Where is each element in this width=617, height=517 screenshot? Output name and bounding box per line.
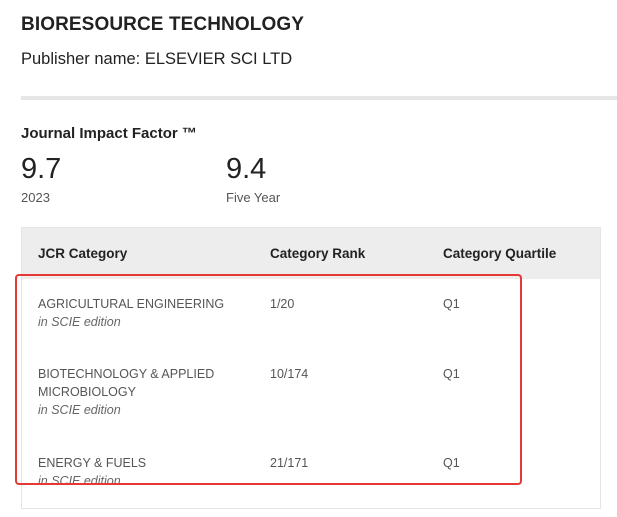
edition-label: in SCIE edition (38, 403, 121, 417)
table-header: JCR Category Category Rank Category Quar… (22, 228, 600, 279)
category-cell: AGRICULTURAL ENGINEERING in SCIE edition (38, 295, 248, 331)
journal-title: BIORESOURCE TECHNOLOGY (21, 14, 304, 35)
quartile-cell: Q1 (443, 456, 460, 470)
quartile-cell: Q1 (443, 367, 460, 381)
edition-label: in SCIE edition (38, 474, 121, 488)
category-name: AGRICULTURAL ENGINEERING (38, 297, 225, 311)
jcr-category-table: JCR Category Category Rank Category Quar… (21, 227, 601, 509)
rank-cell: 21/171 (270, 456, 309, 470)
quartile-cell: Q1 (443, 297, 460, 311)
impact-factor-value: 9.7 (21, 153, 62, 185)
category-cell: ENERGY & FUELS in SCIE edition (38, 454, 248, 490)
publisher-name: Publisher name: ELSEVIER SCI LTD (21, 50, 293, 68)
header-category-quartile: Category Quartile (443, 246, 557, 261)
section-divider (21, 96, 617, 100)
category-cell: BIOTECHNOLOGY & APPLIED MICROBIOLOGY in … (38, 365, 248, 419)
five-year-impact-factor-value: 9.4 (226, 153, 267, 185)
header-jcr-category: JCR Category (38, 246, 128, 261)
category-name: BIOTECHNOLOGY & APPLIED MICROBIOLOGY (38, 367, 215, 399)
metric-five-year: 9.4 Five Year (226, 150, 280, 205)
rank-cell: 1/20 (270, 297, 295, 311)
impact-factor-heading: Journal Impact Factor ™ (21, 125, 197, 142)
edition-label: in SCIE edition (38, 315, 121, 329)
metric-2023: 9.7 2023 (21, 150, 61, 205)
header-category-rank: Category Rank (270, 246, 366, 261)
rank-cell: 10/174 (270, 367, 309, 381)
impact-factor-year: 2023 (21, 190, 50, 205)
category-name: ENERGY & FUELS (38, 456, 147, 470)
five-year-label: Five Year (226, 190, 281, 205)
